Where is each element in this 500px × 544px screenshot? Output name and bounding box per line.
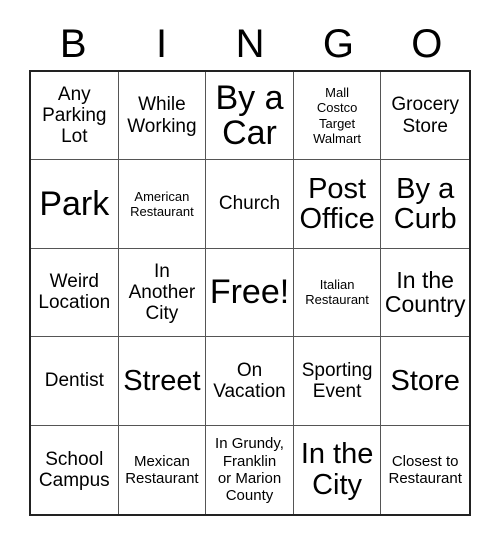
bingo-cell-label: Church <box>218 193 281 215</box>
bingo-cell-label: Street <box>123 364 201 397</box>
bingo-header-letter-i: I <box>156 22 168 66</box>
bingo-cell[interactable]: Mexican Restaurant <box>118 425 207 514</box>
bingo-cell[interactable]: By a Curb <box>381 160 469 249</box>
bingo-card: B I N G O Any Parking Lot While Working By a C… <box>0 0 500 544</box>
bingo-cell-label: Store <box>390 364 460 397</box>
bingo-cell-label: Any Parking Lot <box>42 83 107 148</box>
bingo-cell-label: In the Country <box>384 266 466 318</box>
bingo-cell-label: In Grundy, Franklin or Marion County <box>215 435 284 505</box>
bingo-cell-label: Weird Location <box>38 271 111 314</box>
bingo-cell[interactable]: Italian Restaurant <box>293 248 382 338</box>
bingo-cell[interactable]: Weird Location <box>31 248 119 338</box>
bingo-cell[interactable]: Park <box>31 160 119 249</box>
bingo-cell[interactable]: On Vacation <box>206 337 294 426</box>
bingo-cell[interactable]: American Restaurant <box>118 160 207 249</box>
bingo-cell-label: By a Curb <box>393 172 457 236</box>
bingo-cell[interactable]: Dentist <box>31 337 119 426</box>
bingo-cell-label: On Vacation <box>213 359 286 402</box>
bingo-cell[interactable]: In the Country <box>381 248 469 338</box>
bingo-cell-label: Post Office <box>299 172 375 236</box>
bingo-cell-label: Closest to Restaurant <box>388 452 462 487</box>
bingo-header-letter-b: B <box>59 22 87 66</box>
bingo-cell[interactable]: In Another City <box>118 248 207 338</box>
bingo-cell-label: Italian Restaurant <box>305 277 369 308</box>
bingo-cell[interactable]: Post Office <box>293 160 382 249</box>
bingo-cell[interactable]: Grocery Store <box>381 72 469 161</box>
bingo-header-letter-g: G <box>322 22 354 66</box>
bingo-cell-label: Mall Costco Target Walmart <box>313 85 362 147</box>
bingo-cell[interactable]: While Working <box>118 72 207 161</box>
bingo-cell[interactable]: Sporting Event <box>293 337 382 426</box>
bingo-cell-label: School Campus <box>38 448 110 491</box>
bingo-header-row: BINGO <box>29 18 471 70</box>
bingo-cell[interactable]: Church <box>206 160 294 249</box>
bingo-cell[interactable]: In Grundy, Franklin or Marion County <box>206 425 294 514</box>
bingo-cell-label: Grocery Store <box>391 94 459 137</box>
bingo-cell[interactable]: Store <box>381 337 469 426</box>
bingo-cell[interactable]: By a Car <box>206 72 294 161</box>
bingo-cell-label: Free! <box>209 273 290 312</box>
bingo-cell-label: Sporting Event <box>301 359 373 402</box>
bingo-header-letter-o: O <box>411 22 443 66</box>
bingo-cell-label: Mexican Restaurant <box>125 452 199 487</box>
bingo-cell-label: In Another City <box>128 260 196 325</box>
bingo-cell[interactable]: Free! <box>206 248 294 338</box>
bingo-cell-label: American Restaurant <box>130 188 194 220</box>
bingo-cell-label: Dentist <box>44 370 104 392</box>
bingo-cell-label: While Working <box>127 94 197 137</box>
bingo-cell[interactable]: School Campus <box>31 425 119 514</box>
bingo-cell[interactable]: Closest to Restaurant <box>381 425 469 514</box>
bingo-grid: Any Parking Lot While Working By a Car Mall… <box>29 70 471 516</box>
bingo-cell[interactable]: In the City <box>293 425 382 514</box>
bingo-header-letter-n: N <box>235 22 265 66</box>
bingo-cell-label: In the City <box>300 438 374 501</box>
bingo-cell[interactable]: Street <box>118 337 207 426</box>
bingo-cell[interactable]: Any Parking Lot <box>31 72 119 161</box>
bingo-cell-label: By a Car <box>215 79 284 152</box>
bingo-cell[interactable]: Mall Costco Target Walmart <box>293 72 382 161</box>
bingo-cell-label: Park <box>39 184 110 223</box>
